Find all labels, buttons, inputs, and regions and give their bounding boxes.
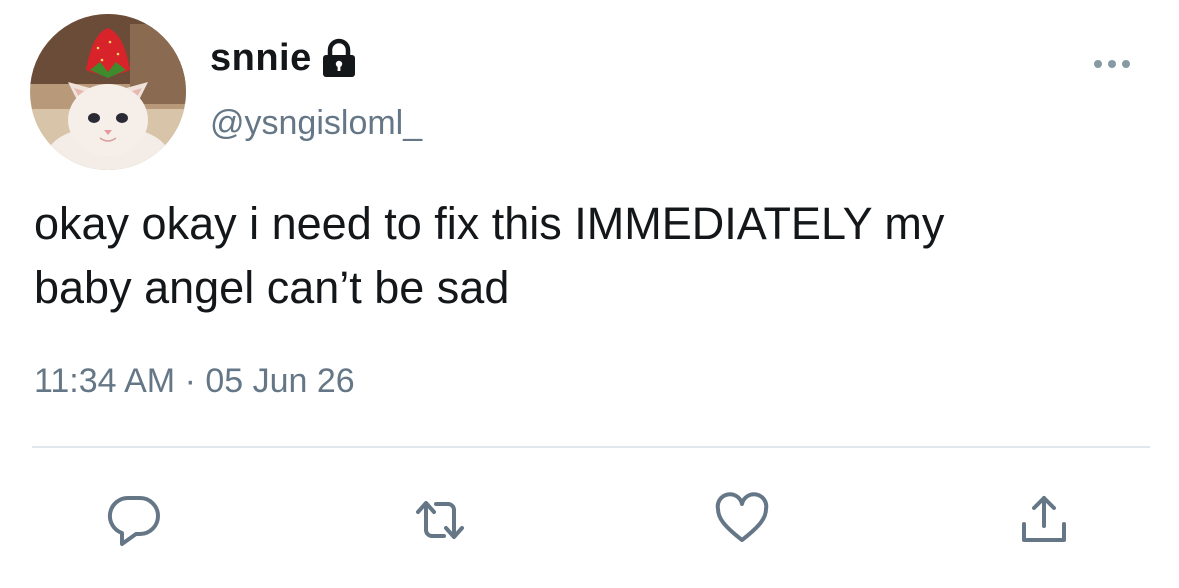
like-button[interactable] [712, 490, 772, 550]
heart-icon [715, 492, 769, 542]
lock-icon [320, 38, 358, 78]
reply-icon [107, 495, 160, 546]
display-name[interactable]: snnie [210, 37, 312, 80]
share-button[interactable] [1014, 490, 1074, 550]
timestamp[interactable]: 11:34 AM · 05 Jun 26 [34, 362, 355, 401]
name-row: snnie [210, 34, 358, 82]
retweet-button[interactable] [410, 490, 470, 550]
tweet-text-line: okay okay i need to fix this IMMEDIATELY… [34, 198, 945, 249]
share-icon [1022, 496, 1066, 542]
tweet-text: okay okay i need to fix this IMMEDIATELY… [34, 192, 1164, 320]
kitten-avatar-image [30, 14, 186, 170]
user-handle[interactable]: @ysngisloml_ [210, 104, 422, 143]
retweet-icon [416, 501, 464, 539]
divider [32, 446, 1150, 448]
tweet-text-line: baby angel can’t be sad [34, 262, 510, 313]
reply-button[interactable] [104, 490, 164, 550]
avatar[interactable] [30, 14, 186, 170]
more-icon[interactable] [1088, 52, 1136, 76]
tweet-card: snnie @ysngisloml_ okay okay i need to f… [0, 0, 1179, 588]
